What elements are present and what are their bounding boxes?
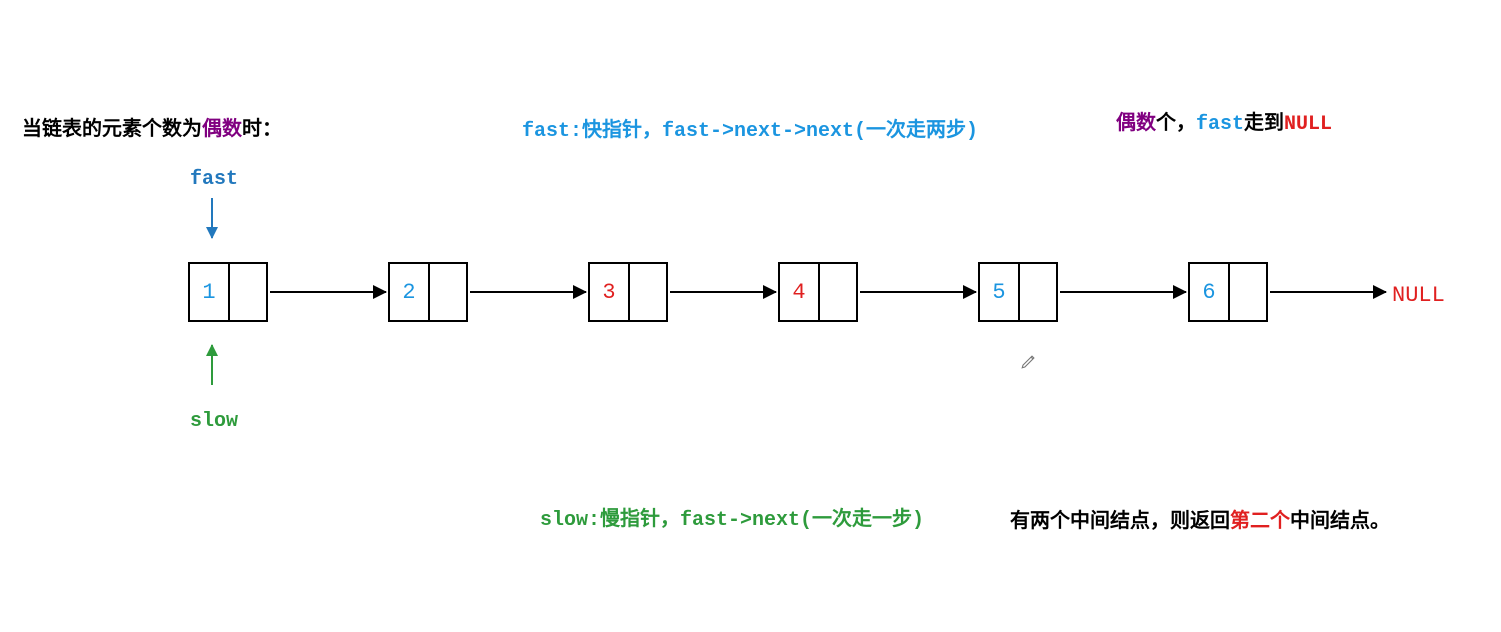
null-label: NULL — [1392, 283, 1445, 308]
node-divider — [818, 264, 820, 320]
fast-arrow-icon — [211, 198, 213, 238]
list-node-3: 3 — [588, 262, 668, 322]
node-divider — [628, 264, 630, 320]
link-arrow-icon — [1060, 291, 1186, 293]
node-divider — [428, 264, 430, 320]
title-highlight: 偶数 — [202, 119, 242, 142]
slow-arrow-icon — [211, 345, 213, 385]
return-note-p2: 第二个 — [1230, 511, 1290, 534]
list-node-4: 4 — [778, 262, 858, 322]
list-node-5: 5 — [978, 262, 1058, 322]
list-node-6: 6 — [1188, 262, 1268, 322]
even-note-p3: fast — [1196, 113, 1244, 136]
link-arrow-icon — [670, 291, 776, 293]
fast-description: fast:快指针，fast->next->next(一次走两步) — [522, 113, 978, 143]
node-value: 4 — [780, 264, 818, 320]
even-note-p1: 偶数 — [1116, 113, 1156, 136]
slow-pointer-label: slow — [190, 410, 238, 433]
even-note-p2: 个， — [1156, 113, 1196, 136]
node-divider — [228, 264, 230, 320]
link-arrow-icon — [270, 291, 386, 293]
title-prefix: 当链表的元素个数为 — [22, 119, 202, 142]
link-arrow-icon — [860, 291, 976, 293]
node-value: 1 — [190, 264, 228, 320]
even-note: 偶数个，fast走到NULL — [1116, 106, 1332, 136]
list-node-2: 2 — [388, 262, 468, 322]
pencil-icon — [1020, 352, 1038, 370]
list-node-1: 1 — [188, 262, 268, 322]
link-arrow-icon — [1270, 291, 1386, 293]
return-note: 有两个中间结点，则返回第二个中间结点。 — [1010, 504, 1390, 534]
node-value: 6 — [1190, 264, 1228, 320]
return-note-p1: 有两个中间结点，则返回 — [1010, 511, 1230, 534]
return-note-p3: 中间结点。 — [1290, 511, 1390, 534]
title-suffix: 时： — [242, 119, 282, 142]
title-caption: 当链表的元素个数为偶数时： — [22, 112, 282, 142]
even-note-p5: NULL — [1284, 113, 1332, 136]
node-value: 2 — [390, 264, 428, 320]
link-arrow-icon — [470, 291, 586, 293]
node-divider — [1228, 264, 1230, 320]
fast-desc-text: fast:快指针，fast->next->next(一次走两步) — [522, 120, 978, 143]
slow-description: slow:慢指针，fast->next(一次走一步) — [540, 502, 924, 532]
node-value: 3 — [590, 264, 628, 320]
node-value: 5 — [980, 264, 1018, 320]
fast-pointer-label: fast — [190, 168, 238, 191]
node-divider — [1018, 264, 1020, 320]
even-note-p4: 走到 — [1244, 113, 1284, 136]
